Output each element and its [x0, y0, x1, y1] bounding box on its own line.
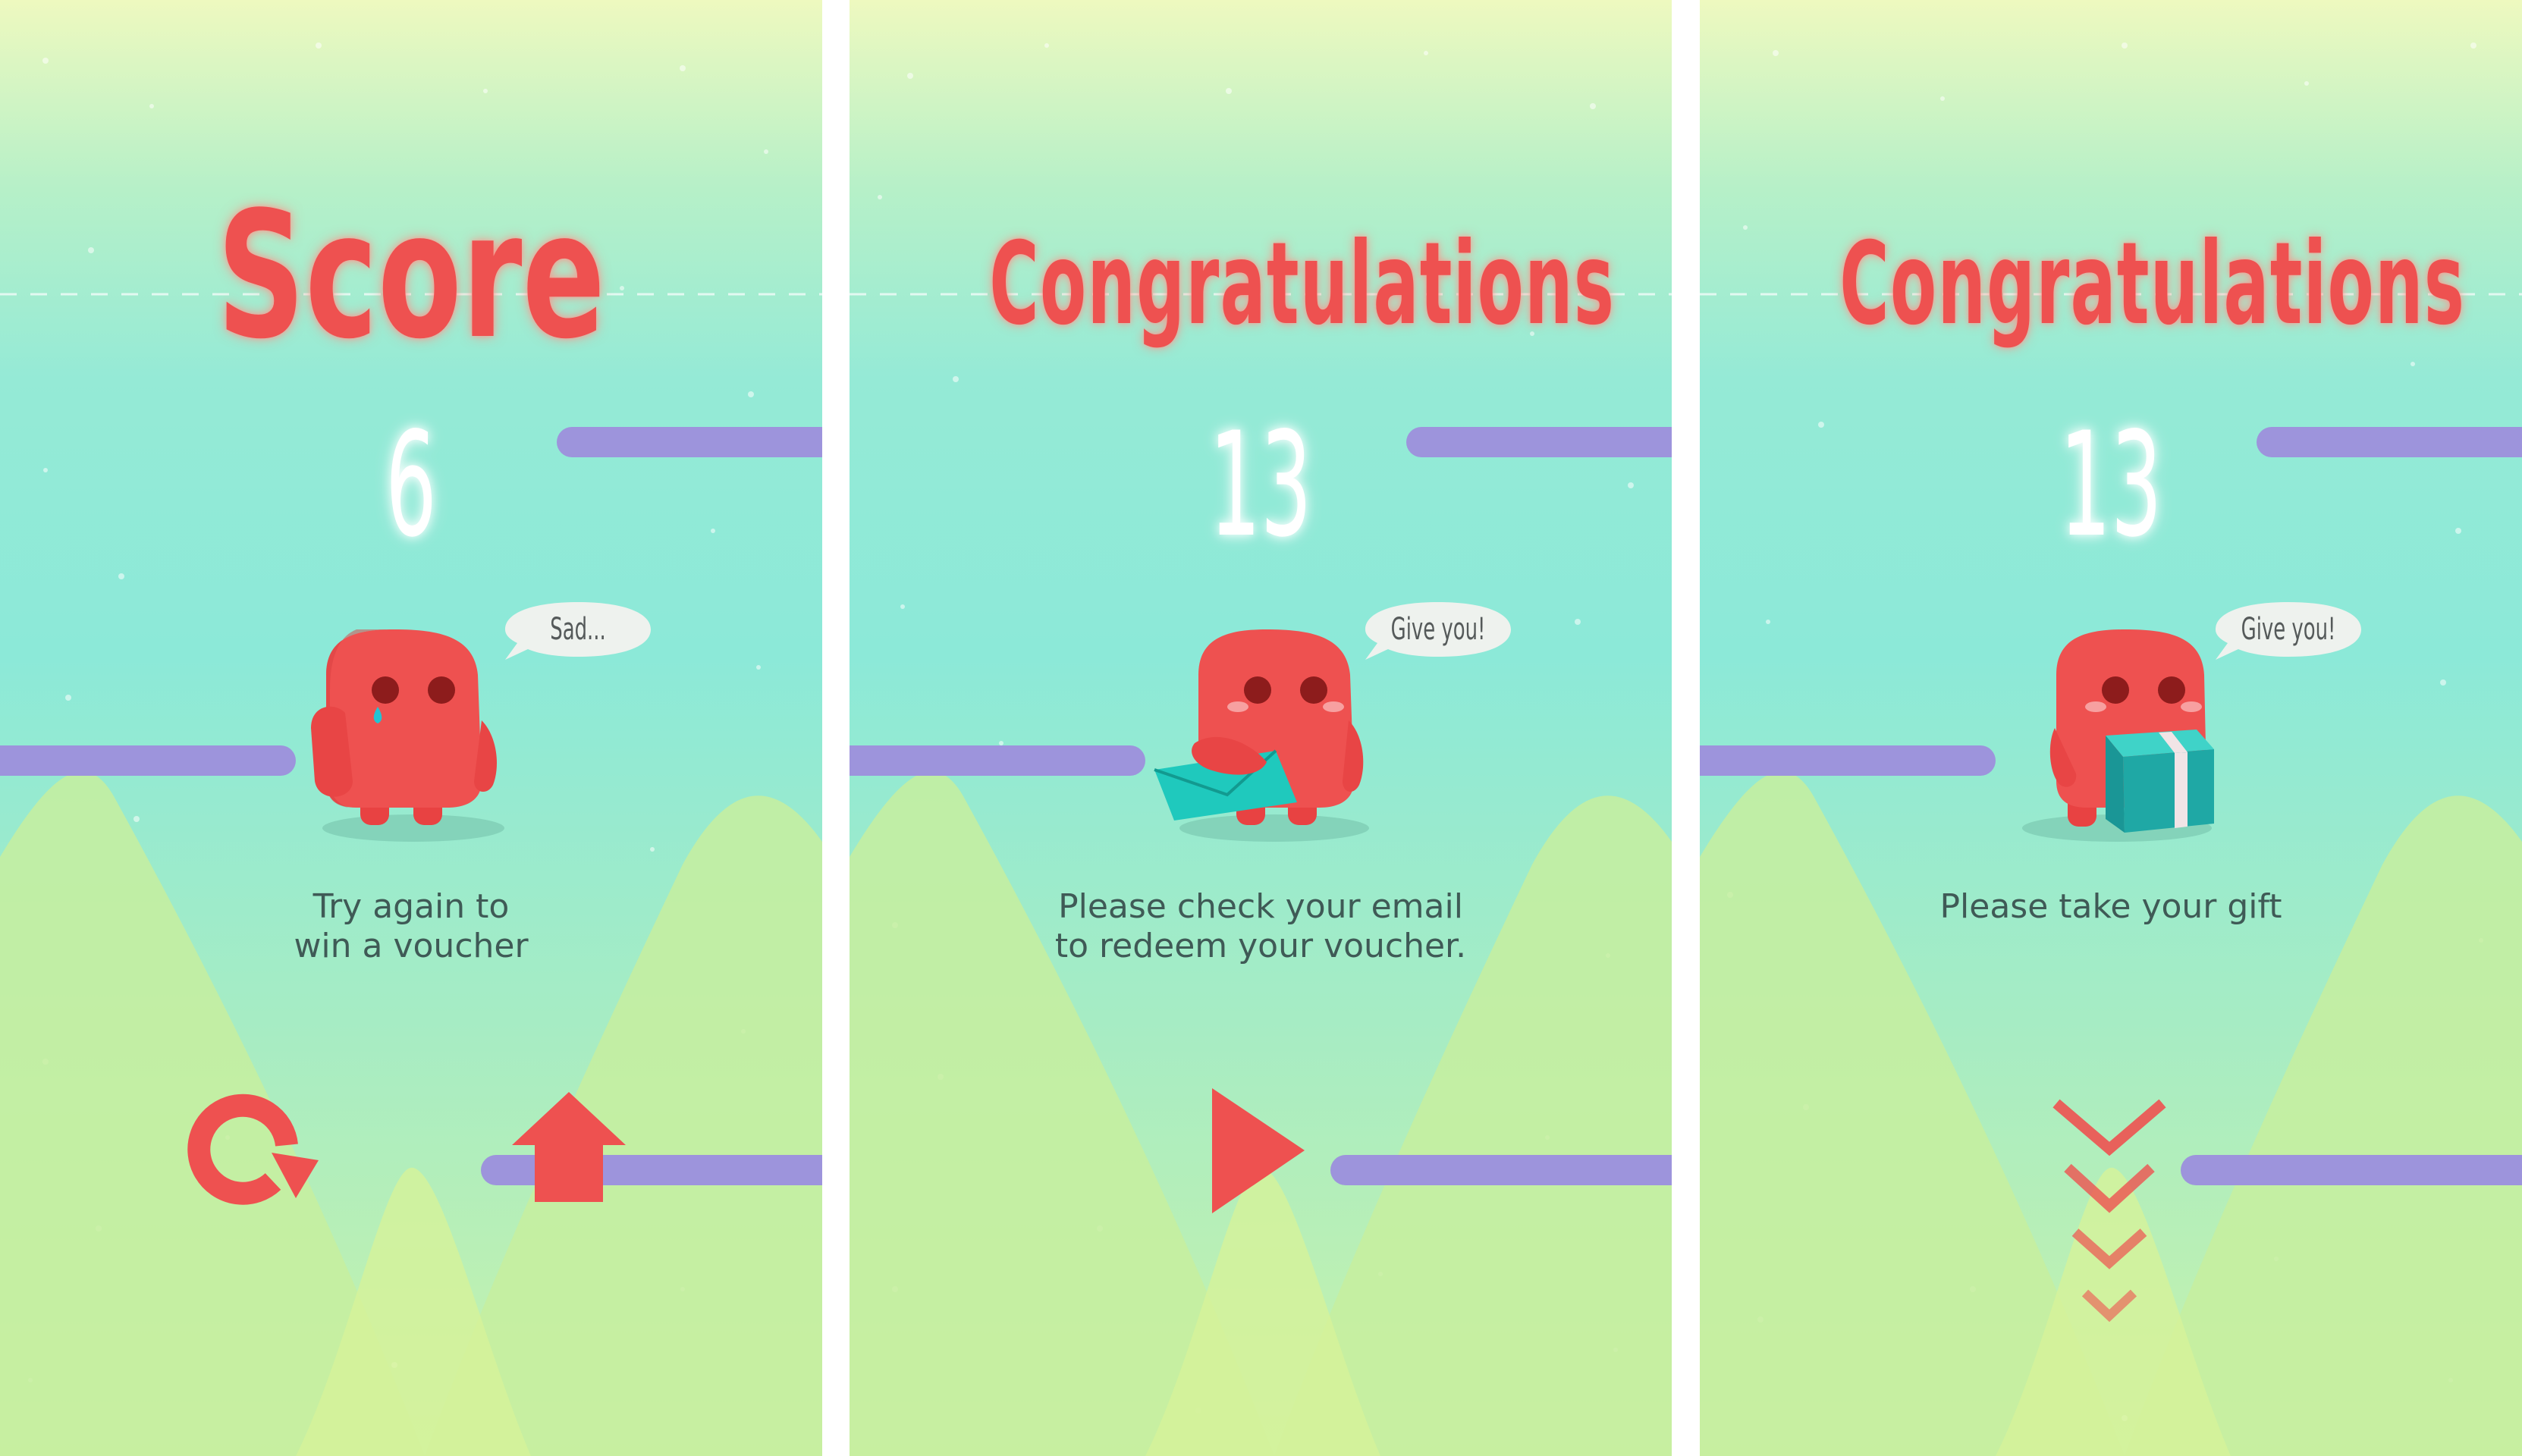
gift-screen: Congratulations 13 Give you! Please take… — [1700, 0, 2522, 1456]
result-message: Please check your email to redeem your v… — [850, 887, 1672, 966]
mascot-with-envelope — [1154, 629, 1369, 842]
speech-bubble: Give you! — [2213, 599, 2364, 660]
screen-title: Congratulations — [1839, 218, 2466, 350]
message-line-1: Please take your gift — [1939, 887, 2282, 926]
sad-mascot — [311, 629, 504, 842]
voucher-screen: Congratulations 13 Give you! Please chec… — [850, 0, 1672, 1456]
game-screens: Score 6 Sad... Try again to win a vouche… — [0, 0, 2522, 1456]
screen-title: Score — [217, 175, 605, 378]
message-line-1: Please check your email — [1058, 887, 1463, 926]
message-line-2: to redeem your voucher. — [1054, 927, 1467, 965]
speech-bubble: Give you! — [1362, 599, 1514, 660]
speech-text: Give you! — [1390, 612, 1486, 647]
score-screen: Score 6 Sad... Try again to win a vouche… — [0, 0, 822, 1456]
chevron-down-icon[interactable] — [2049, 1096, 2170, 1331]
speech-bubble: Sad... — [502, 599, 654, 660]
message-line-2: win a voucher — [294, 927, 529, 965]
mascot-with-gift — [2022, 629, 2214, 842]
score-value: 6 — [385, 401, 437, 569]
result-message: Please take your gift — [1700, 887, 2522, 927]
home-icon[interactable] — [508, 1092, 630, 1206]
screen-title: Congratulations — [989, 218, 1616, 350]
message-line-1: Try again to — [313, 887, 510, 926]
speech-text: Give you! — [2241, 612, 2336, 647]
play-icon[interactable] — [1206, 1084, 1312, 1217]
score-value: 13 — [1209, 401, 1312, 569]
result-message: Try again to win a voucher — [0, 887, 822, 966]
score-value: 13 — [2059, 401, 2162, 569]
replay-icon[interactable] — [182, 1092, 319, 1221]
speech-text: Sad... — [550, 612, 606, 647]
